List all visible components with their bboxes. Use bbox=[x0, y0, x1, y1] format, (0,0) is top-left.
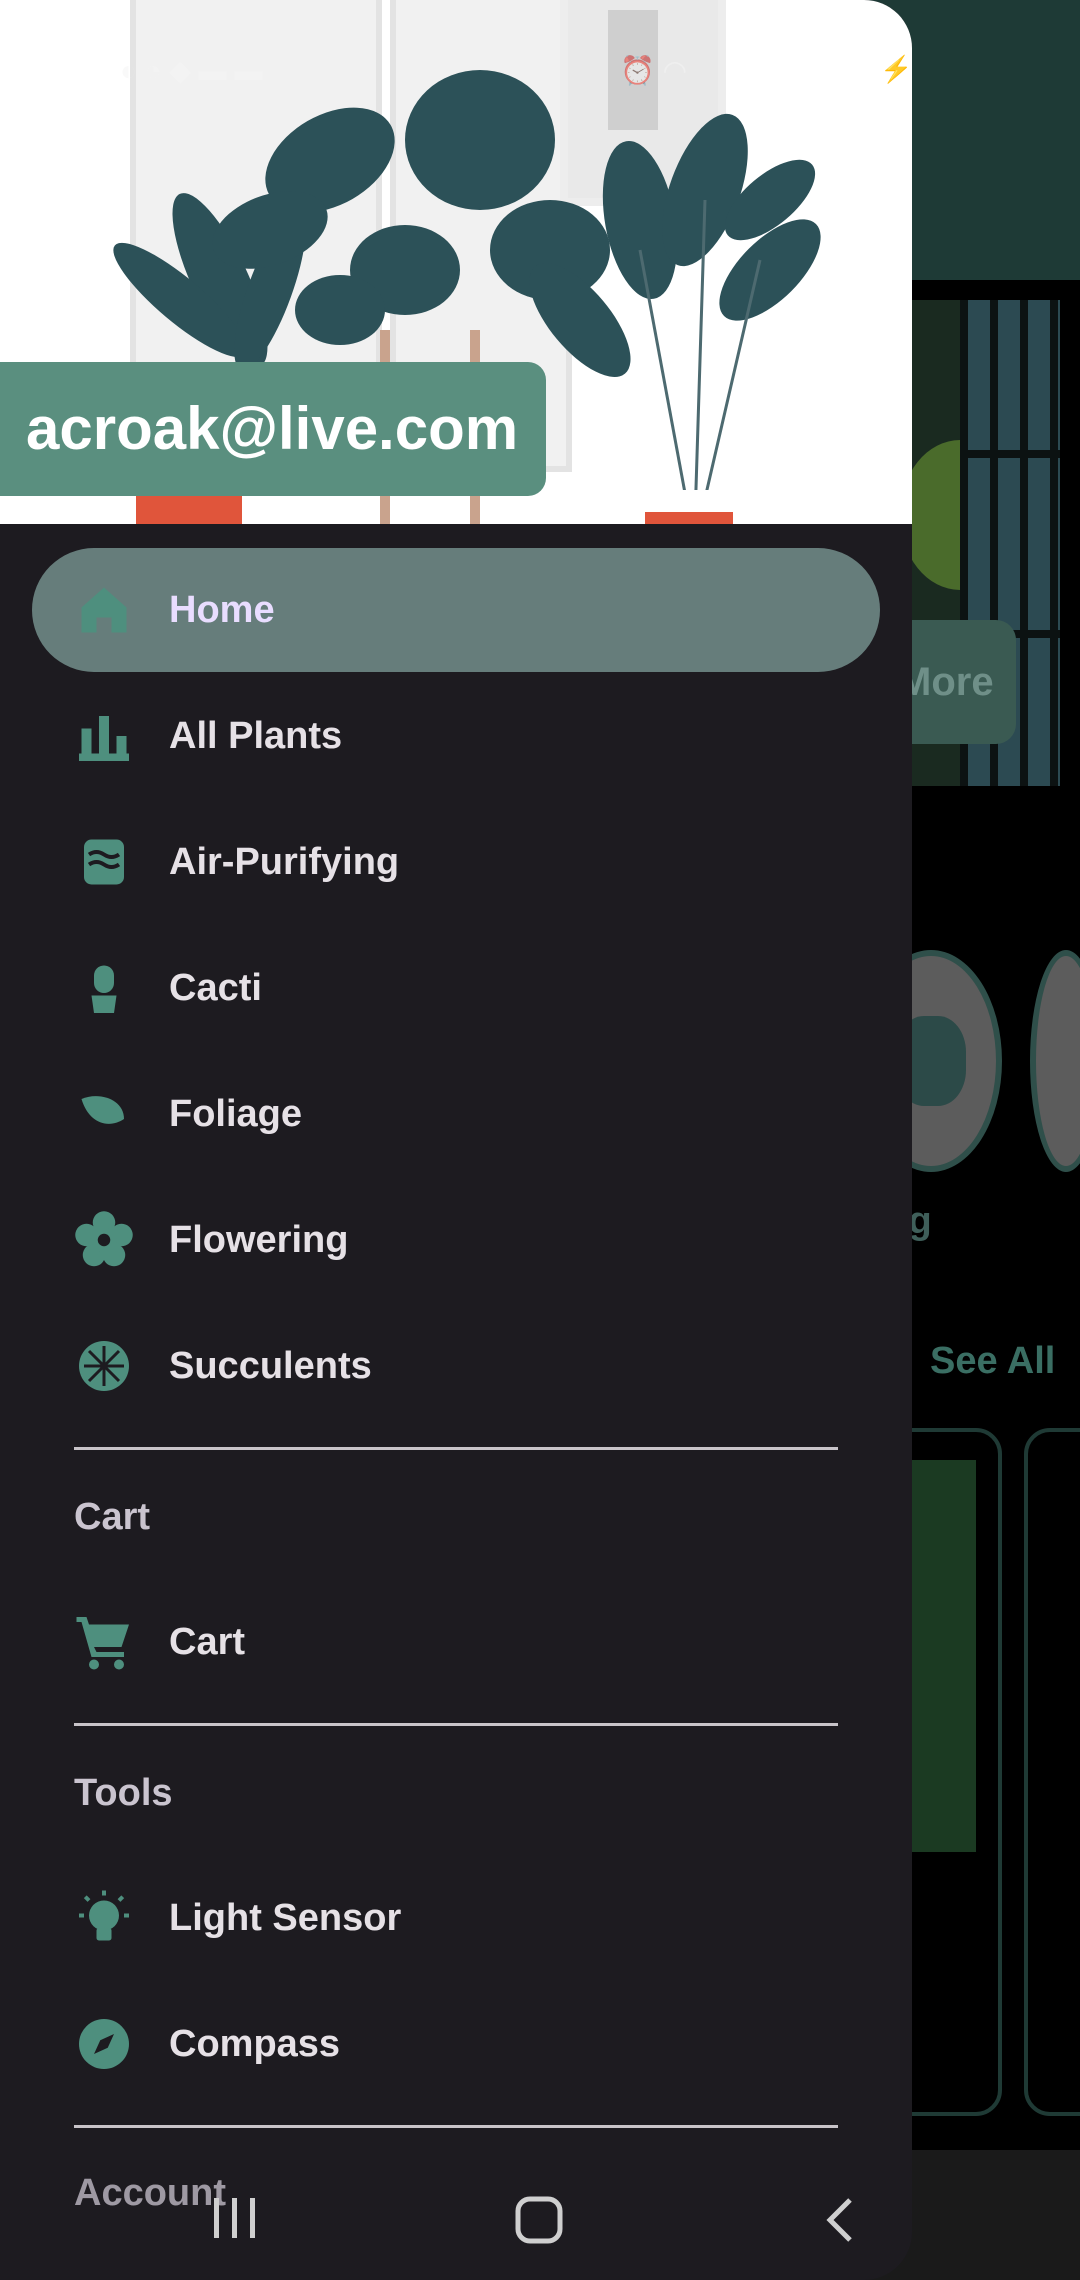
section-title-account: Account bbox=[74, 2172, 226, 2214]
background-category-circle[interactable] bbox=[1030, 950, 1080, 1172]
alarm-icon: ⏰ bbox=[620, 55, 655, 86]
succulent-icon bbox=[79, 1341, 129, 1391]
air-icon bbox=[84, 839, 124, 885]
background-see-all-link[interactable]: See All bbox=[930, 1340, 1055, 1383]
home-button[interactable] bbox=[514, 2196, 564, 2249]
drawer-item-cart[interactable]: Cart bbox=[32, 1580, 880, 1704]
section-title-cart: Cart bbox=[74, 1496, 151, 1538]
status-bar-right: ⏰ ◠ bbox=[620, 54, 687, 87]
status-bar: ◐ ◔ ◆ ▬ ▬ bbox=[120, 54, 262, 87]
compass-icon bbox=[79, 2019, 129, 2069]
wifi-icon: ◠ bbox=[662, 55, 688, 86]
drawer-item-label: Compass bbox=[169, 2023, 341, 2065]
drawer-item-all-plants[interactable]: All Plants bbox=[32, 674, 880, 798]
drawer-item-label: Flowering bbox=[169, 1219, 349, 1261]
divider bbox=[74, 2125, 838, 2128]
plants-icon bbox=[79, 716, 129, 761]
cactus-icon bbox=[91, 965, 117, 1013]
drawer-item-label: Air-Purifying bbox=[169, 841, 400, 883]
drawer-item-label: Light Sensor bbox=[169, 1897, 402, 1939]
divider bbox=[74, 1447, 838, 1450]
background-product-card[interactable] bbox=[1024, 1428, 1080, 2116]
divider bbox=[74, 1723, 838, 1726]
navigation-drawer: ◐ ◔ ◆ ▬ ▬ ⏰ ◠ ⚡ acroak@live.com Home All… bbox=[0, 0, 912, 2280]
drawer-item-label: Home bbox=[169, 589, 275, 631]
account-email: acroak@live.com bbox=[0, 362, 546, 496]
home-icon bbox=[81, 587, 127, 633]
drawer-item-label: Cart bbox=[169, 1621, 246, 1663]
drawer-item-label: Foliage bbox=[169, 1093, 303, 1135]
drawer-item-cacti[interactable]: Cacti bbox=[32, 926, 880, 1050]
flower-icon bbox=[75, 1211, 133, 1267]
battery-icon: ⚡ bbox=[880, 54, 912, 84]
back-button[interactable] bbox=[822, 2196, 856, 2249]
lightbulb-icon bbox=[79, 1890, 129, 1941]
drawer-item-succulents[interactable]: Succulents bbox=[32, 1304, 880, 1428]
leaf-icon bbox=[81, 1096, 124, 1124]
drawer-item-label: All Plants bbox=[169, 715, 343, 757]
drawer-item-home[interactable]: Home bbox=[32, 548, 880, 672]
drawer-header: ◐ ◔ ◆ ▬ ▬ ⏰ ◠ ⚡ acroak@live.com bbox=[0, 0, 912, 524]
drawer-item-air-purifying[interactable]: Air-Purifying bbox=[32, 800, 880, 924]
notification-icon: ◐ ◔ ◆ ▬ ▬ bbox=[120, 55, 263, 86]
drawer-item-foliage[interactable]: Foliage bbox=[32, 1052, 880, 1176]
cart-icon bbox=[76, 1617, 129, 1670]
drawer-item-light-sensor[interactable]: Light Sensor bbox=[32, 1856, 880, 1980]
section-title-tools: Tools bbox=[74, 1772, 173, 1814]
drawer-item-label: Cacti bbox=[169, 967, 262, 1009]
recent-apps-button[interactable] bbox=[212, 2196, 260, 2245]
drawer-item-flowering[interactable]: Flowering bbox=[32, 1178, 880, 1302]
drawer-item-compass[interactable]: Compass bbox=[32, 1982, 880, 2106]
drawer-item-label: Succulents bbox=[169, 1345, 372, 1387]
